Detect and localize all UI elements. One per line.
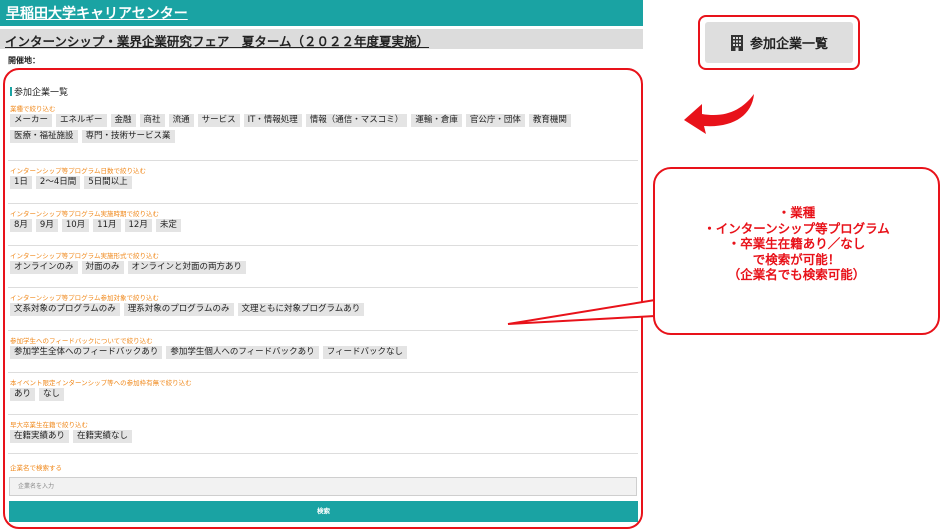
filter-tag[interactable]: 教育機関: [528, 114, 571, 127]
heading-bar-icon: [10, 87, 12, 96]
section-divider: [8, 330, 638, 331]
filter-tag[interactable]: 流通: [168, 114, 194, 127]
callout-line: ・業種: [777, 205, 816, 220]
section-divider: [8, 453, 638, 454]
filter-tag[interactable]: 9月: [35, 219, 58, 232]
filter-tag[interactable]: 在籍実績なし: [73, 430, 133, 443]
company-list-button[interactable]: 参加企業一覧: [705, 22, 853, 63]
section-divider: [8, 287, 638, 288]
company-search-label: 企業名で検索する: [10, 464, 62, 472]
section-divider: [8, 372, 638, 373]
callout-text: ・業種 ・インターンシップ等プログラム ・卒業生在籍あり／なし で検索が可能！ …: [655, 205, 938, 283]
filter-tag-group: 在籍実績あり 在籍実績なし: [10, 430, 133, 443]
filter-tag-group: 1日 2〜4日間 5日間以上: [10, 176, 132, 189]
filter-tag[interactable]: 11月: [93, 219, 121, 232]
section-divider: [8, 245, 638, 246]
filter-tag[interactable]: 5日間以上: [84, 176, 132, 189]
filter-tag[interactable]: 専門・技術サービス業: [81, 130, 175, 143]
panel-heading: 参加企業一覧: [10, 85, 68, 98]
callout-line: （企業名でも検索可能）: [727, 267, 866, 282]
company-list-button-label: 参加企業一覧: [749, 37, 828, 52]
site-title-link[interactable]: 早稲田大学キャリアセンター: [6, 3, 188, 23]
filter-tag-group: あり なし: [10, 388, 65, 401]
filter-tag-group: 8月 9月 10月 11月 12月 未定: [10, 219, 181, 232]
filter-tag[interactable]: 情報（通信・マスコミ）: [305, 114, 408, 127]
filter-tag[interactable]: 文系対象のプログラムのみ: [10, 303, 120, 316]
filter-tag[interactable]: 理系対象のプログラムのみ: [123, 303, 234, 316]
filter-tag[interactable]: 官公庁・団体: [465, 114, 525, 127]
filter-tag[interactable]: 8月: [10, 219, 32, 232]
filter-tag-group: 参加学生全体へのフィードバックあり 参加学生個人へのフィードバックあり フィードバッ…: [10, 346, 408, 359]
panel-heading-text: 参加企業一覧: [14, 88, 69, 98]
filter-tag[interactable]: 1日: [10, 176, 32, 189]
filter-tag[interactable]: オンラインと対面の両方あり: [127, 261, 247, 274]
filter-tag[interactable]: 2〜4日間: [35, 176, 81, 189]
filter-tag[interactable]: 参加学生全体へのフィードバックあり: [10, 346, 163, 359]
filter-tag-row: 在籍実績あり 在籍実績なし: [10, 430, 133, 443]
building-icon: [730, 34, 743, 51]
filter-tag-row: 1日 2〜4日間 5日間以上: [10, 176, 132, 189]
feature-callout: ・業種 ・インターンシップ等プログラム ・卒業生在籍あり／なし で検索が可能！ …: [653, 167, 940, 335]
filter-tag[interactable]: 12月: [124, 219, 152, 232]
section-divider: [8, 203, 638, 204]
filter-tag-row: 参加学生全体へのフィードバックあり 参加学生個人へのフィードバックあり フィードバッ…: [10, 346, 408, 359]
filter-tag[interactable]: 参加学生個人へのフィードバックあり: [166, 346, 319, 359]
filter-tag[interactable]: 文理ともに対象プログラムあり: [237, 303, 365, 316]
filter-tag[interactable]: 在籍実績あり: [10, 430, 70, 443]
venue-label: 開催地：: [8, 56, 40, 65]
callout-line: ・インターンシップ等プログラム: [703, 220, 890, 236]
filter-tag-group: メーカー エネルギー 金融 商社 流通 サービス IT・情報処理 情報（通信・マスコミ） 運輸・…: [10, 114, 571, 143]
filter-tag-group: 文系対象のプログラムのみ 理系対象のプログラムのみ 文理ともに対象プログラムあり: [10, 303, 365, 316]
filter-tag[interactable]: 商社: [139, 114, 165, 127]
callout-tail-icon: [507, 299, 656, 325]
filter-tag-group: オンラインのみ 対面のみ オンラインと対面の両方あり: [10, 261, 247, 274]
filter-tag[interactable]: 未定: [155, 219, 181, 232]
filter-tag-row: オンラインのみ 対面のみ オンラインと対面の両方あり: [10, 261, 247, 274]
filter-tag-row: 8月 9月 10月 11月 12月 未定: [10, 219, 181, 232]
filter-section-label: 本イベント限定インターンシップ等への参加枠有無で絞り込む: [10, 379, 192, 387]
filter-tag[interactable]: あり: [10, 388, 36, 401]
filter-tag[interactable]: なし: [39, 388, 65, 401]
filter-tag[interactable]: 医療・福祉施設: [10, 130, 78, 143]
filter-tag[interactable]: 金融: [110, 114, 136, 127]
filter-tag[interactable]: 対面のみ: [81, 261, 124, 274]
callout-line: ・卒業生在籍あり／なし: [727, 236, 866, 251]
event-title: インターンシップ・業界企業研究フェア 夏ターム（２０２２年度夏実施）: [5, 34, 430, 49]
filter-tag[interactable]: フィードバックなし: [322, 346, 408, 359]
app-header: 早稲田大学キャリアセンター: [0, 0, 643, 26]
filter-tag[interactable]: サービス: [197, 114, 240, 127]
filter-section-label: インターンシップ等プログラム実施形式で絞り込む: [10, 252, 159, 260]
event-title-bar: インターンシップ・業界企業研究フェア 夏ターム（２０２２年度夏実施）: [0, 29, 643, 49]
filter-tag[interactable]: IT・情報処理: [243, 114, 302, 127]
filter-section-label: インターンシップ等プログラム実施時期で絞り込む: [10, 210, 159, 218]
section-divider: [8, 160, 638, 161]
filter-tag[interactable]: メーカー: [10, 114, 53, 127]
filter-tag-row: メーカー エネルギー 金融 商社 流通 サービス IT・情報処理 情報（通信・マスコミ） 運輸・…: [10, 114, 571, 127]
filter-section-label: 参加学生へのフィードバックについてで絞り込む: [10, 337, 153, 345]
filter-tag[interactable]: オンラインのみ: [10, 261, 78, 274]
filter-section-label: 早大卒業生在籍で絞り込む: [10, 421, 88, 429]
filter-tag-row: 文系対象のプログラムのみ 理系対象のプログラムのみ 文理ともに対象プログラムあり: [10, 303, 365, 316]
search-button[interactable]: 検索: [9, 501, 638, 522]
filter-tag-row: あり なし: [10, 388, 65, 401]
filter-tag[interactable]: 運輸・倉庫: [411, 114, 462, 127]
filter-tag[interactable]: 10月: [61, 219, 90, 232]
filter-section-label: インターンシップ等プログラム参加対象で絞り込む: [10, 294, 159, 302]
filter-section-label: インターンシップ等プログラム日数で絞り込む: [10, 167, 146, 175]
section-divider: [8, 414, 638, 415]
curved-arrow-icon: [684, 94, 754, 134]
callout-line: で検索が可能！: [752, 251, 841, 267]
filter-tag-row: 医療・福祉施設 専門・技術サービス業: [10, 130, 571, 143]
company-list-button-highlight: 参加企業一覧: [698, 15, 860, 70]
company-search-input[interactable]: [9, 477, 637, 496]
filter-tag[interactable]: エネルギー: [56, 114, 107, 127]
filter-section-label: 業種で絞り込む: [10, 105, 56, 113]
